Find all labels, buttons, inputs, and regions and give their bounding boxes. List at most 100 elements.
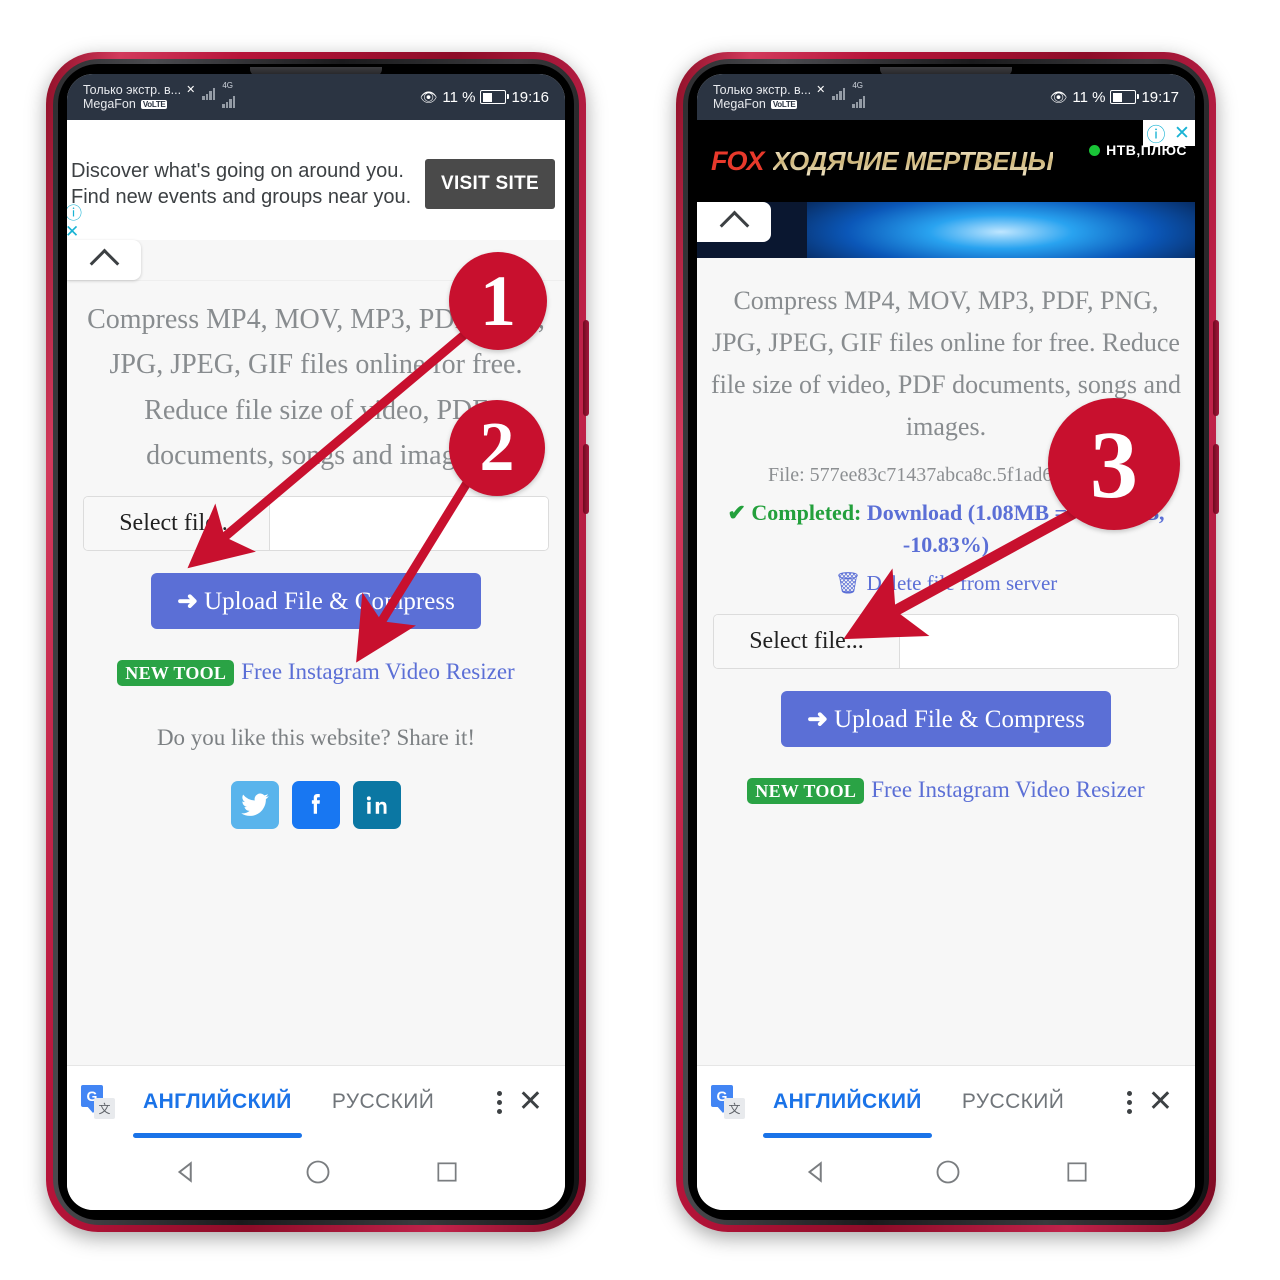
signal-sim2: 4G [222,81,236,109]
recents-icon[interactable] [434,1159,460,1190]
ad-text: Discover what's going on around you. Fin… [71,159,412,208]
translate-bar: G 文 АНГЛИЙСКИЙ РУССКИЙ ✕ [697,1065,1195,1138]
fox-logo: FOX [711,145,765,176]
select-file-value[interactable] [270,497,548,551]
translate-tab-english-label: АНГЛИЙСКИЙ [143,1090,292,1113]
new-tool-row[interactable]: NEW TOOL Free Instagram Video Resizer [697,777,1195,805]
translate-tab-english[interactable]: АНГЛИЙСКИЙ [763,1090,932,1138]
volume-button[interactable] [1213,320,1219,416]
ad-close-icon[interactable]: ✕ [67,223,82,240]
eye-comfort-icon: 👁 [1049,88,1068,105]
select-file-value[interactable] [900,615,1178,669]
translate-logo-glyph: 文 [94,1098,115,1119]
carrier-dismiss-icon: ✕ [816,84,826,97]
ad-controls: ⓘ ✕ [1143,120,1195,146]
clock-time: 19:17 [1141,88,1179,106]
network-type-label: 4G [852,81,863,91]
recents-icon[interactable] [1064,1159,1090,1190]
ad-video-thumbnail [806,202,1195,258]
ad-banner-left[interactable]: Discover what's going on around you. Fin… [67,120,565,240]
callout-marker-2: 2 [449,400,545,496]
home-icon[interactable] [934,1158,962,1191]
check-icon: ✔ [727,500,746,526]
carrier-name: MegaFon [83,97,136,112]
translate-tab-english-label: АНГЛИЙСКИЙ [773,1090,922,1113]
callout-marker-3: 3 [1048,398,1180,530]
android-nav-bar [67,1138,565,1210]
share-prompt: Do you like this website? Share it! [156,725,476,751]
page-content-left: Compress MP4, MOV, MP3, PDF, PNG, JPG, J… [67,281,565,1065]
chevron-up-icon[interactable] [67,240,141,280]
arrow-right-icon: ➜ [807,706,829,734]
twitter-icon[interactable] [231,781,279,830]
completed-label: Completed: [751,500,862,526]
clock-time: 19:16 [511,88,549,106]
kebab-menu-icon[interactable] [1111,1090,1148,1114]
volte-badge: VoLTE [140,99,168,109]
phone-left: Только экстр. в... ✕ MegaFon VoLTE 4G 👁 … [46,52,589,1232]
signal-sim2: 4G [852,81,866,109]
power-button[interactable] [1213,444,1219,514]
ad-visit-site-button[interactable]: VISIT SITE [424,159,555,209]
sponsor-dot-icon [1089,144,1101,156]
page-content-right: Compress MP4, MOV, MP3, PDF, PNG, JPG, J… [697,258,1195,1065]
carrier-alert-text: Только экстр. в... [713,82,812,97]
callout-marker-1: 1 [449,252,547,350]
status-bar: Только экстр. в... ✕ MegaFon VoLTE 4G 👁 … [697,74,1195,120]
carrier-alert-text: Только экстр. в... [83,82,182,97]
upload-button-label: Upload File & Compress [834,706,1085,734]
new-tool-row[interactable]: NEW TOOL Free Instagram Video Resizer [67,659,565,687]
phone-screen-right: Только экстр. в... ✕ MegaFon VoLTE 4G 👁 … [697,74,1195,1210]
translate-tab-russian[interactable]: РУССКИЙ [322,1090,444,1114]
google-translate-icon: G 文 [711,1085,745,1119]
select-file-button[interactable]: Select file... [714,615,900,669]
social-buttons [67,781,565,830]
ad-close-icon[interactable]: ✕ [1169,120,1195,146]
facebook-icon[interactable] [292,781,340,830]
home-icon[interactable] [304,1158,332,1191]
upload-compress-button[interactable]: ➜ Upload File & Compress [151,573,481,630]
upload-compress-button[interactable]: ➜ Upload File & Compress [781,691,1111,748]
status-bar: Только экстр. в... ✕ MegaFon VoLTE 4G 👁 … [67,74,565,120]
upload-button-label: Upload File & Compress [204,588,455,616]
chevron-up-icon[interactable] [697,202,771,242]
select-file-button[interactable]: Select file... [84,497,270,551]
eye-comfort-icon: 👁 [419,88,438,105]
delete-file-row[interactable]: 🗑 Delete file from server [697,571,1195,596]
translate-tab-english[interactable]: АНГЛИЙСКИЙ [133,1090,302,1138]
screenshot-stage: Только экстр. в... ✕ MegaFon VoLTE 4G 👁 … [0,0,1280,1280]
volume-button[interactable] [583,320,589,416]
back-icon[interactable] [802,1157,832,1192]
carrier-name: MegaFon [713,97,766,112]
back-icon[interactable] [172,1157,202,1192]
close-icon[interactable]: ✕ [1148,1087,1181,1117]
ad-info-icon[interactable]: ⓘ [67,205,82,222]
new-tool-badge: NEW TOOL [747,778,865,805]
new-tool-link[interactable]: Free Instagram Video Resizer [241,659,514,684]
file-input-row[interactable]: Select file... [713,614,1179,670]
close-icon[interactable]: ✕ [518,1087,551,1117]
android-nav-bar [697,1138,1195,1210]
kebab-menu-icon[interactable] [481,1090,518,1114]
network-type-label: 4G [222,81,233,91]
ad-banner-right[interactable]: FOX ХОДЯЧИЕ МЕРТВЕЦЫ НТВ‚ПЛЮС ⓘ ✕ [697,120,1195,202]
translate-logo-glyph: 文 [724,1098,745,1119]
translate-bar: G 文 АНГЛИЙСКИЙ РУССКИЙ ✕ [67,1065,565,1138]
linkedin-icon[interactable] [353,781,401,830]
active-tab-underline [133,1133,302,1138]
battery-percent: 11 % [1072,88,1106,106]
phone-screen-left: Только экстр. в... ✕ MegaFon VoLTE 4G 👁 … [67,74,565,1210]
active-tab-underline [763,1133,932,1138]
translate-tab-russian[interactable]: РУССКИЙ [952,1090,1074,1114]
carrier-dismiss-icon: ✕ [186,84,196,97]
file-input-row[interactable]: Select file... [83,496,549,552]
delete-file-label[interactable]: Delete file from server [867,571,1058,595]
battery-percent: 11 % [442,88,476,106]
volte-badge: VoLTE [770,99,798,109]
new-tool-link[interactable]: Free Instagram Video Resizer [871,777,1144,802]
ad-video-strip[interactable] [697,202,1195,258]
ad-info-icon[interactable]: ⓘ [1143,120,1169,146]
ad-title: ХОДЯЧИЕ МЕРТВЕЦЫ [772,145,1054,176]
phone-right: Только экстр. в... ✕ MegaFon VoLTE 4G 👁 … [676,52,1219,1232]
power-button[interactable] [583,444,589,514]
